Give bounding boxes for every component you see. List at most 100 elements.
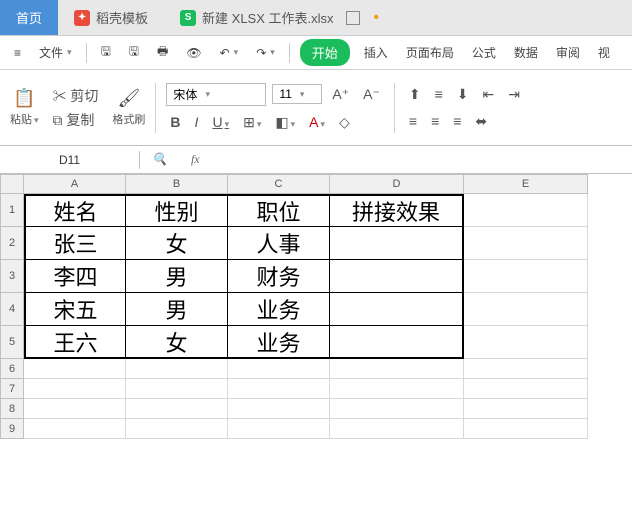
ribbon-tab-formula[interactable]: 公式 xyxy=(468,42,500,63)
cell[interactable] xyxy=(464,326,588,359)
cell[interactable] xyxy=(24,419,126,439)
merge-button[interactable]: ⬌ xyxy=(471,111,491,132)
format-painter-group[interactable]: 🖌 格式刷 xyxy=(112,88,145,127)
cell[interactable]: 财务 xyxy=(228,260,330,293)
cell[interactable]: 男 xyxy=(126,260,228,293)
name-box[interactable]: D11 xyxy=(0,151,140,169)
row-header[interactable]: 1 xyxy=(0,194,24,227)
cell[interactable]: 拼接效果 xyxy=(330,194,464,227)
cell[interactable] xyxy=(464,293,588,326)
search-icon[interactable]: 🔍 xyxy=(140,152,179,167)
ribbon-tab-start[interactable]: 开始 xyxy=(300,39,350,66)
copy-button[interactable]: ⧉ 复制 xyxy=(49,108,99,132)
row-header[interactable]: 6 xyxy=(0,359,24,379)
cell[interactable] xyxy=(464,379,588,399)
border-button[interactable]: ⊞ xyxy=(239,112,265,133)
cell[interactable]: 职位 xyxy=(228,194,330,227)
align-center-button[interactable]: ≡ xyxy=(427,111,443,131)
select-all-corner[interactable] xyxy=(0,174,24,194)
cell[interactable]: 业务 xyxy=(228,293,330,326)
cell[interactable]: 性别 xyxy=(126,194,228,227)
ribbon-tab-layout[interactable]: 页面布局 xyxy=(402,42,458,63)
cell[interactable] xyxy=(126,379,228,399)
cell[interactable] xyxy=(330,260,464,293)
cell[interactable]: 姓名 xyxy=(24,194,126,227)
col-header-d[interactable]: D xyxy=(330,174,464,194)
cell[interactable] xyxy=(228,359,330,379)
cell[interactable] xyxy=(330,293,464,326)
cell[interactable] xyxy=(330,326,464,359)
ribbon-tab-insert[interactable]: 插入 xyxy=(360,42,392,63)
menu-file[interactable]: 文件 xyxy=(35,42,76,63)
menu-hamburger-icon[interactable]: ≡ xyxy=(10,44,25,62)
font-name-select[interactable]: 宋体 xyxy=(166,83,266,106)
cell[interactable]: 女 xyxy=(126,326,228,359)
row-header[interactable]: 8 xyxy=(0,399,24,419)
tab-home[interactable]: 首页 xyxy=(0,0,58,35)
cell[interactable]: 张三 xyxy=(24,227,126,260)
align-left-button[interactable]: ≡ xyxy=(405,111,421,131)
col-header-b[interactable]: B xyxy=(126,174,228,194)
cell[interactable] xyxy=(464,260,588,293)
row-header[interactable]: 2 xyxy=(0,227,24,260)
ribbon-tab-review[interactable]: 审阅 xyxy=(552,42,584,63)
increase-font-button[interactable]: A⁺ xyxy=(328,84,353,105)
cell[interactable] xyxy=(126,399,228,419)
col-header-e[interactable]: E xyxy=(464,174,588,194)
row-header[interactable]: 4 xyxy=(0,293,24,326)
cell[interactable] xyxy=(464,399,588,419)
cell[interactable] xyxy=(330,379,464,399)
col-header-a[interactable]: A xyxy=(24,174,126,194)
indent-increase-button[interactable]: ⇥ xyxy=(504,84,524,105)
cell[interactable]: 人事 xyxy=(228,227,330,260)
row-header[interactable]: 7 xyxy=(0,379,24,399)
font-color-button[interactable]: A xyxy=(305,112,329,132)
ribbon-tab-view[interactable]: 视 xyxy=(594,42,614,63)
paste-group[interactable]: 📋 粘贴 xyxy=(10,88,39,127)
row-header[interactable]: 9 xyxy=(0,419,24,439)
cell[interactable] xyxy=(330,227,464,260)
tab-document[interactable]: S 新建 XLSX 工作表.xlsx • xyxy=(164,0,395,35)
cell[interactable] xyxy=(228,399,330,419)
fill-color-button[interactable]: ◧ xyxy=(271,112,299,133)
cell[interactable]: 男 xyxy=(126,293,228,326)
cell[interactable] xyxy=(330,359,464,379)
indent-decrease-button[interactable]: ⇤ xyxy=(479,84,499,105)
cell[interactable] xyxy=(228,419,330,439)
cell[interactable] xyxy=(464,194,588,227)
cell[interactable]: 业务 xyxy=(228,326,330,359)
font-size-select[interactable]: 11 xyxy=(272,84,322,104)
cell[interactable]: 宋五 xyxy=(24,293,126,326)
cell[interactable]: 李四 xyxy=(24,260,126,293)
cell[interactable] xyxy=(464,419,588,439)
align-top-button[interactable]: ⬆ xyxy=(405,84,425,105)
cell[interactable] xyxy=(330,399,464,419)
cell[interactable] xyxy=(126,419,228,439)
row-header[interactable]: 3 xyxy=(0,260,24,293)
align-bottom-button[interactable]: ⬇ xyxy=(453,84,473,105)
cell[interactable]: 王六 xyxy=(24,326,126,359)
bold-button[interactable]: B xyxy=(166,112,184,132)
redo-button[interactable]: ↷ xyxy=(252,44,279,62)
style-button[interactable]: ◇ xyxy=(335,112,354,133)
cell[interactable] xyxy=(24,379,126,399)
print-icon[interactable]: 🖶 xyxy=(153,40,172,65)
ribbon-tab-data[interactable]: 数据 xyxy=(510,42,542,63)
cell[interactable] xyxy=(330,419,464,439)
tab-template[interactable]: ✦ 稻壳模板 xyxy=(58,0,164,35)
undo-button[interactable]: ↶ xyxy=(216,44,243,62)
italic-button[interactable]: I xyxy=(191,112,203,132)
formula-input[interactable] xyxy=(212,158,632,162)
cell[interactable] xyxy=(464,227,588,260)
col-header-c[interactable]: C xyxy=(228,174,330,194)
fx-icon[interactable]: fx xyxy=(179,152,212,167)
decrease-font-button[interactable]: A⁻ xyxy=(359,84,384,105)
save-as-icon[interactable]: 🖫 xyxy=(125,40,143,65)
underline-button[interactable]: U xyxy=(208,112,233,132)
cell[interactable] xyxy=(24,359,126,379)
cell[interactable] xyxy=(464,359,588,379)
align-right-button[interactable]: ≡ xyxy=(449,111,465,131)
align-middle-button[interactable]: ≡ xyxy=(431,84,447,104)
cut-button[interactable]: ✂ 剪切 xyxy=(49,84,103,108)
cell[interactable] xyxy=(126,359,228,379)
